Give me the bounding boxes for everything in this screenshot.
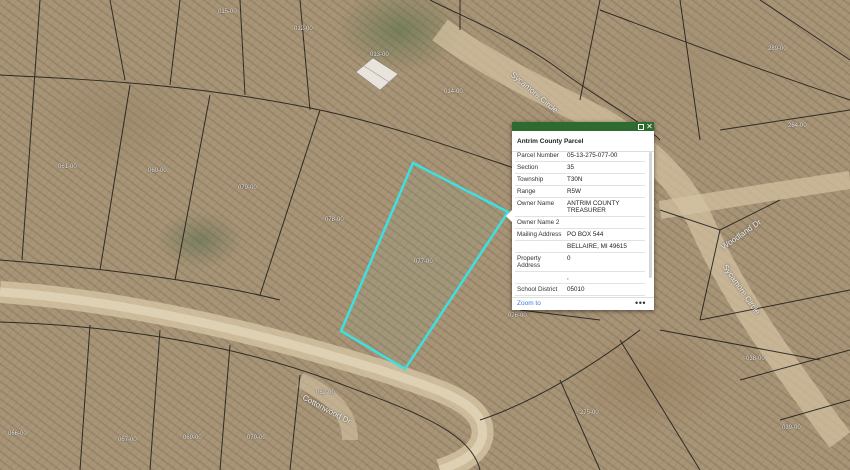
- attribute-row: Township T30N: [515, 173, 645, 186]
- aerial-map[interactable]: 015-00 013-00 012-00 014-00 289-00 061-0…: [0, 0, 850, 470]
- attribute-row: Range R5W: [515, 185, 645, 198]
- attribute-key: [515, 240, 565, 253]
- parcel-label: 060-00: [148, 168, 167, 174]
- parcel-label: 264-00: [788, 123, 807, 129]
- attribute-key: Owner Name: [515, 197, 565, 217]
- more-options-icon[interactable]: •••: [635, 298, 646, 308]
- parcel-label: 076-00: [508, 313, 527, 319]
- attribute-value: 05-13-275-077-00: [565, 150, 645, 162]
- attribute-table: Parcel Number 05-13-275-077-00 Section 35 To…: [515, 150, 645, 300]
- parcel-label: 067-00: [118, 437, 137, 443]
- parcel-label: 289-00: [768, 46, 787, 52]
- attribute-key: Range: [515, 185, 565, 198]
- parcel-label: 062-00: [316, 390, 335, 396]
- popup-scrollbar[interactable]: [649, 152, 652, 278]
- parcel-label: 014-00: [444, 89, 463, 95]
- attribute-key: Section: [515, 161, 565, 174]
- house-roof: [355, 57, 399, 91]
- attribute-value: ANTRIM COUNTY TREASURER: [565, 197, 645, 217]
- popup-attributes[interactable]: Parcel Number 05-13-275-077-00 Section 35 To…: [515, 150, 645, 300]
- attribute-value: PO BOX 544: [565, 228, 645, 241]
- attribute-row: BELLAIRE, MI 49615: [515, 240, 645, 253]
- parcel-label: 070-00: [247, 435, 266, 441]
- parcel-label: 275-00: [580, 410, 599, 416]
- attribute-key: Township: [515, 173, 565, 186]
- parcel-label: 077-00: [414, 259, 433, 265]
- attribute-value: ,: [565, 271, 645, 284]
- parcel-label: 066-00: [8, 431, 27, 437]
- attribute-row: School District 05010: [515, 283, 645, 296]
- parcel-label: 039-00: [782, 425, 801, 431]
- attribute-row: ,: [515, 271, 645, 284]
- attribute-row: Owner Name 2: [515, 216, 645, 229]
- attribute-value: [565, 216, 645, 229]
- popup-pointer: [506, 210, 512, 222]
- parcel-label: 015-00: [218, 9, 237, 15]
- parcel-label: 061-00: [58, 164, 77, 170]
- attribute-value: R5W: [565, 185, 645, 198]
- popup-title: Antrim County Parcel: [512, 131, 654, 152]
- popup-titlebar: ✕: [512, 122, 654, 131]
- attribute-key: [515, 271, 565, 284]
- parcel-lines-layer: [0, 0, 850, 470]
- attribute-value: BELLAIRE, MI 49615: [565, 240, 645, 253]
- attribute-key: Owner Name 2: [515, 216, 565, 229]
- attribute-value: 0: [565, 252, 645, 272]
- maximize-icon[interactable]: [637, 123, 644, 130]
- parcel-label: 012-00: [294, 26, 313, 32]
- attribute-row: Parcel Number 05-13-275-077-00: [515, 150, 645, 162]
- attribute-value: 35: [565, 161, 645, 174]
- parcel-label: 013-00: [370, 52, 389, 58]
- attribute-key: Parcel Number: [515, 150, 565, 162]
- parcel-label: 038-00: [746, 356, 765, 362]
- parcel-label: 079-00: [238, 185, 257, 191]
- attribute-row: Owner Name ANTRIM COUNTY TREASURER: [515, 197, 645, 217]
- attribute-row: Mailing Address PO BOX 544: [515, 228, 645, 241]
- zoom-to-link[interactable]: Zoom to: [517, 300, 541, 307]
- attribute-row: Section 35: [515, 161, 645, 174]
- attribute-key: School District: [515, 283, 565, 296]
- attribute-value: T30N: [565, 173, 645, 186]
- attribute-key: Property Address: [515, 252, 565, 272]
- popup-footer: Zoom to •••: [512, 297, 654, 310]
- close-icon[interactable]: ✕: [646, 123, 653, 131]
- attribute-row: Property Address 0: [515, 252, 645, 272]
- attribute-value: 05010: [565, 283, 645, 296]
- attribute-key: Mailing Address: [515, 228, 565, 241]
- parcel-popup: ✕ Antrim County Parcel Parcel Number 05-1…: [506, 122, 654, 310]
- parcel-label: 069-00: [183, 435, 202, 441]
- parcel-label: 078-00: [325, 217, 344, 223]
